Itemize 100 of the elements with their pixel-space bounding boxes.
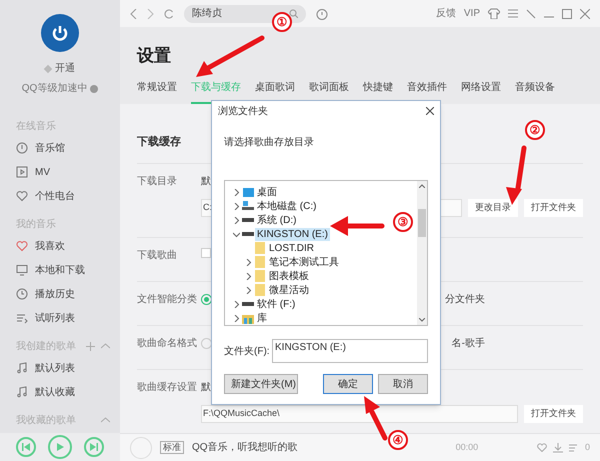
expand-chevron-icon[interactable] — [244, 286, 252, 294]
shirt-icon[interactable] — [488, 8, 500, 19]
play-icon — [56, 443, 64, 451]
video-icon — [16, 166, 28, 178]
setting-label: 下载目录 — [137, 174, 178, 188]
playlist-icon[interactable] — [568, 442, 579, 452]
expand-chevron-icon[interactable] — [232, 188, 240, 196]
previous-button[interactable] — [16, 437, 36, 457]
heart-icon[interactable] — [536, 443, 547, 452]
scroll-up-icon[interactable] — [419, 184, 425, 188]
default-label: 默 — [201, 380, 211, 394]
folder-tree-item[interactable]: 系统 (D:) — [255, 214, 298, 226]
expand-chevron-icon[interactable] — [232, 300, 240, 308]
arrow-annotation — [364, 396, 388, 440]
toolbar-link[interactable]: VIP — [464, 6, 480, 21]
dialog-button[interactable]: 新建文件夹(M) — [224, 374, 298, 394]
folder-button[interactable]: 打开文件夹 — [524, 198, 583, 216]
drive-icon — [242, 201, 254, 211]
checkbox[interactable] — [201, 248, 211, 258]
search-icon — [289, 9, 298, 18]
plus-icon[interactable] — [86, 342, 95, 350]
folder-button[interactable]: 更改目录 — [468, 198, 518, 216]
open-vip-link[interactable]: 开通 — [55, 61, 75, 76]
music-note-icon — [16, 386, 28, 398]
folder-tree-item[interactable]: 图表模板 — [267, 270, 311, 282]
expand-chevron-icon[interactable] — [232, 314, 240, 322]
level-text: QQ等级加速中 — [22, 82, 88, 96]
drive-icon — [242, 232, 254, 236]
sidebar-item[interactable]: 本地和下载 — [35, 262, 85, 278]
page-title: 设置 — [137, 44, 171, 66]
collapse-chevron-icon[interactable] — [232, 230, 240, 238]
song-title: QQ音乐，听我想听的歌 — [192, 440, 298, 455]
count-text: 0 — [584, 440, 590, 454]
folder-tree-item[interactable]: 库 — [255, 312, 269, 324]
dialog-button[interactable]: 确定 — [323, 374, 374, 394]
heart-icon — [16, 240, 28, 252]
menu-icon[interactable] — [508, 9, 518, 18]
download-icon[interactable] — [552, 442, 563, 452]
path-field[interactable]: F:\QQMusicCache\ — [201, 404, 518, 422]
sidebar-item[interactable]: 播放历史 — [35, 286, 75, 302]
folder-tree-item[interactable]: 笔记本测试工具 — [267, 256, 341, 268]
section-heading: 我收藏的歌单 — [16, 414, 76, 428]
folder-tree-item[interactable]: 软件 (F:) — [255, 298, 298, 310]
clock-icon — [16, 288, 28, 300]
settings-tab[interactable]: 歌词面板 — [309, 80, 349, 104]
expand-chevron-icon[interactable] — [232, 202, 240, 210]
folder-button[interactable]: 打开文件夹 — [524, 404, 583, 422]
back-icon[interactable] — [130, 8, 137, 18]
folder-tree-item[interactable]: 桌面 — [255, 186, 279, 198]
folder-input[interactable]: KINGSTON (E:) — [272, 339, 428, 363]
setting-label: 歌曲命名格式 — [137, 336, 198, 350]
setting-label: 下载歌曲 — [137, 248, 178, 262]
step-number: ② — [525, 120, 545, 140]
sidebar-item[interactable]: 音乐馆 — [35, 140, 65, 156]
folder-tree-item[interactable]: KINGSTON (E:) — [255, 228, 330, 240]
play-button[interactable] — [48, 435, 72, 459]
toolbar-link[interactable]: 反馈 — [436, 6, 456, 21]
settings-tab[interactable]: 常规设置 — [137, 80, 177, 104]
forward-icon[interactable] — [147, 8, 154, 18]
expand-chevron-icon[interactable] — [232, 216, 240, 224]
folder-icon — [255, 242, 265, 254]
section-heading: 在线音乐 — [16, 120, 56, 134]
folder-tree-item[interactable]: 本地磁盘 (C:) — [255, 200, 318, 212]
settings-tab[interactable]: 快捷键 — [363, 80, 393, 104]
quality-badge[interactable]: 标准 — [160, 441, 184, 454]
next-button[interactable] — [84, 437, 104, 457]
sidebar-item[interactable]: 默认收藏 — [35, 384, 75, 400]
sidebar-item[interactable]: 试听列表 — [35, 310, 75, 326]
section-heading: 我创建的歌单 — [16, 340, 76, 354]
settings-tab[interactable]: 音效插件 — [407, 80, 447, 104]
skip-back-icon — [22, 443, 30, 451]
folder-tree-item[interactable]: LOST.DIR — [267, 242, 316, 254]
disc-icon — [16, 142, 28, 154]
folder-tree-item[interactable]: 微星活动 — [267, 284, 311, 296]
scrollbar[interactable] — [417, 181, 427, 325]
option-text: 分文件夹 — [445, 292, 485, 306]
sidebar-item[interactable]: 默认列表 — [35, 360, 75, 376]
close-icon[interactable] — [426, 107, 434, 115]
dialog-prompt: 请选择歌曲存放目录 — [224, 136, 315, 150]
settings-tab[interactable]: 桌面歌词 — [255, 80, 295, 104]
timer-icon[interactable] — [316, 8, 328, 20]
sidebar-item[interactable]: MV — [35, 164, 50, 180]
power-icon — [51, 24, 69, 42]
sidebar-item[interactable]: 我喜欢 — [35, 238, 65, 254]
drive-icon — [242, 302, 254, 306]
expand-chevron-icon[interactable] — [244, 258, 252, 266]
scrollbar-thumb[interactable] — [418, 209, 426, 237]
refresh-icon[interactable] — [164, 8, 174, 18]
scroll-down-icon[interactable] — [419, 318, 425, 322]
dialog-button[interactable]: 取消 — [378, 374, 428, 394]
maximize-icon[interactable] — [562, 8, 572, 18]
section-title: 下载缓存 — [137, 134, 181, 150]
setting-label: 歌曲缓存设置 — [137, 380, 198, 394]
settings-tab[interactable]: 网络设置 — [461, 80, 501, 104]
expand-chevron-icon[interactable] — [244, 272, 252, 280]
default-label: 默 — [201, 174, 211, 188]
sidebar-item[interactable]: 个性电台 — [35, 188, 75, 204]
desktop-icon — [242, 188, 254, 196]
settings-tab[interactable]: 音频设备 — [515, 80, 555, 104]
option-text: 名-歌手 — [452, 336, 485, 350]
